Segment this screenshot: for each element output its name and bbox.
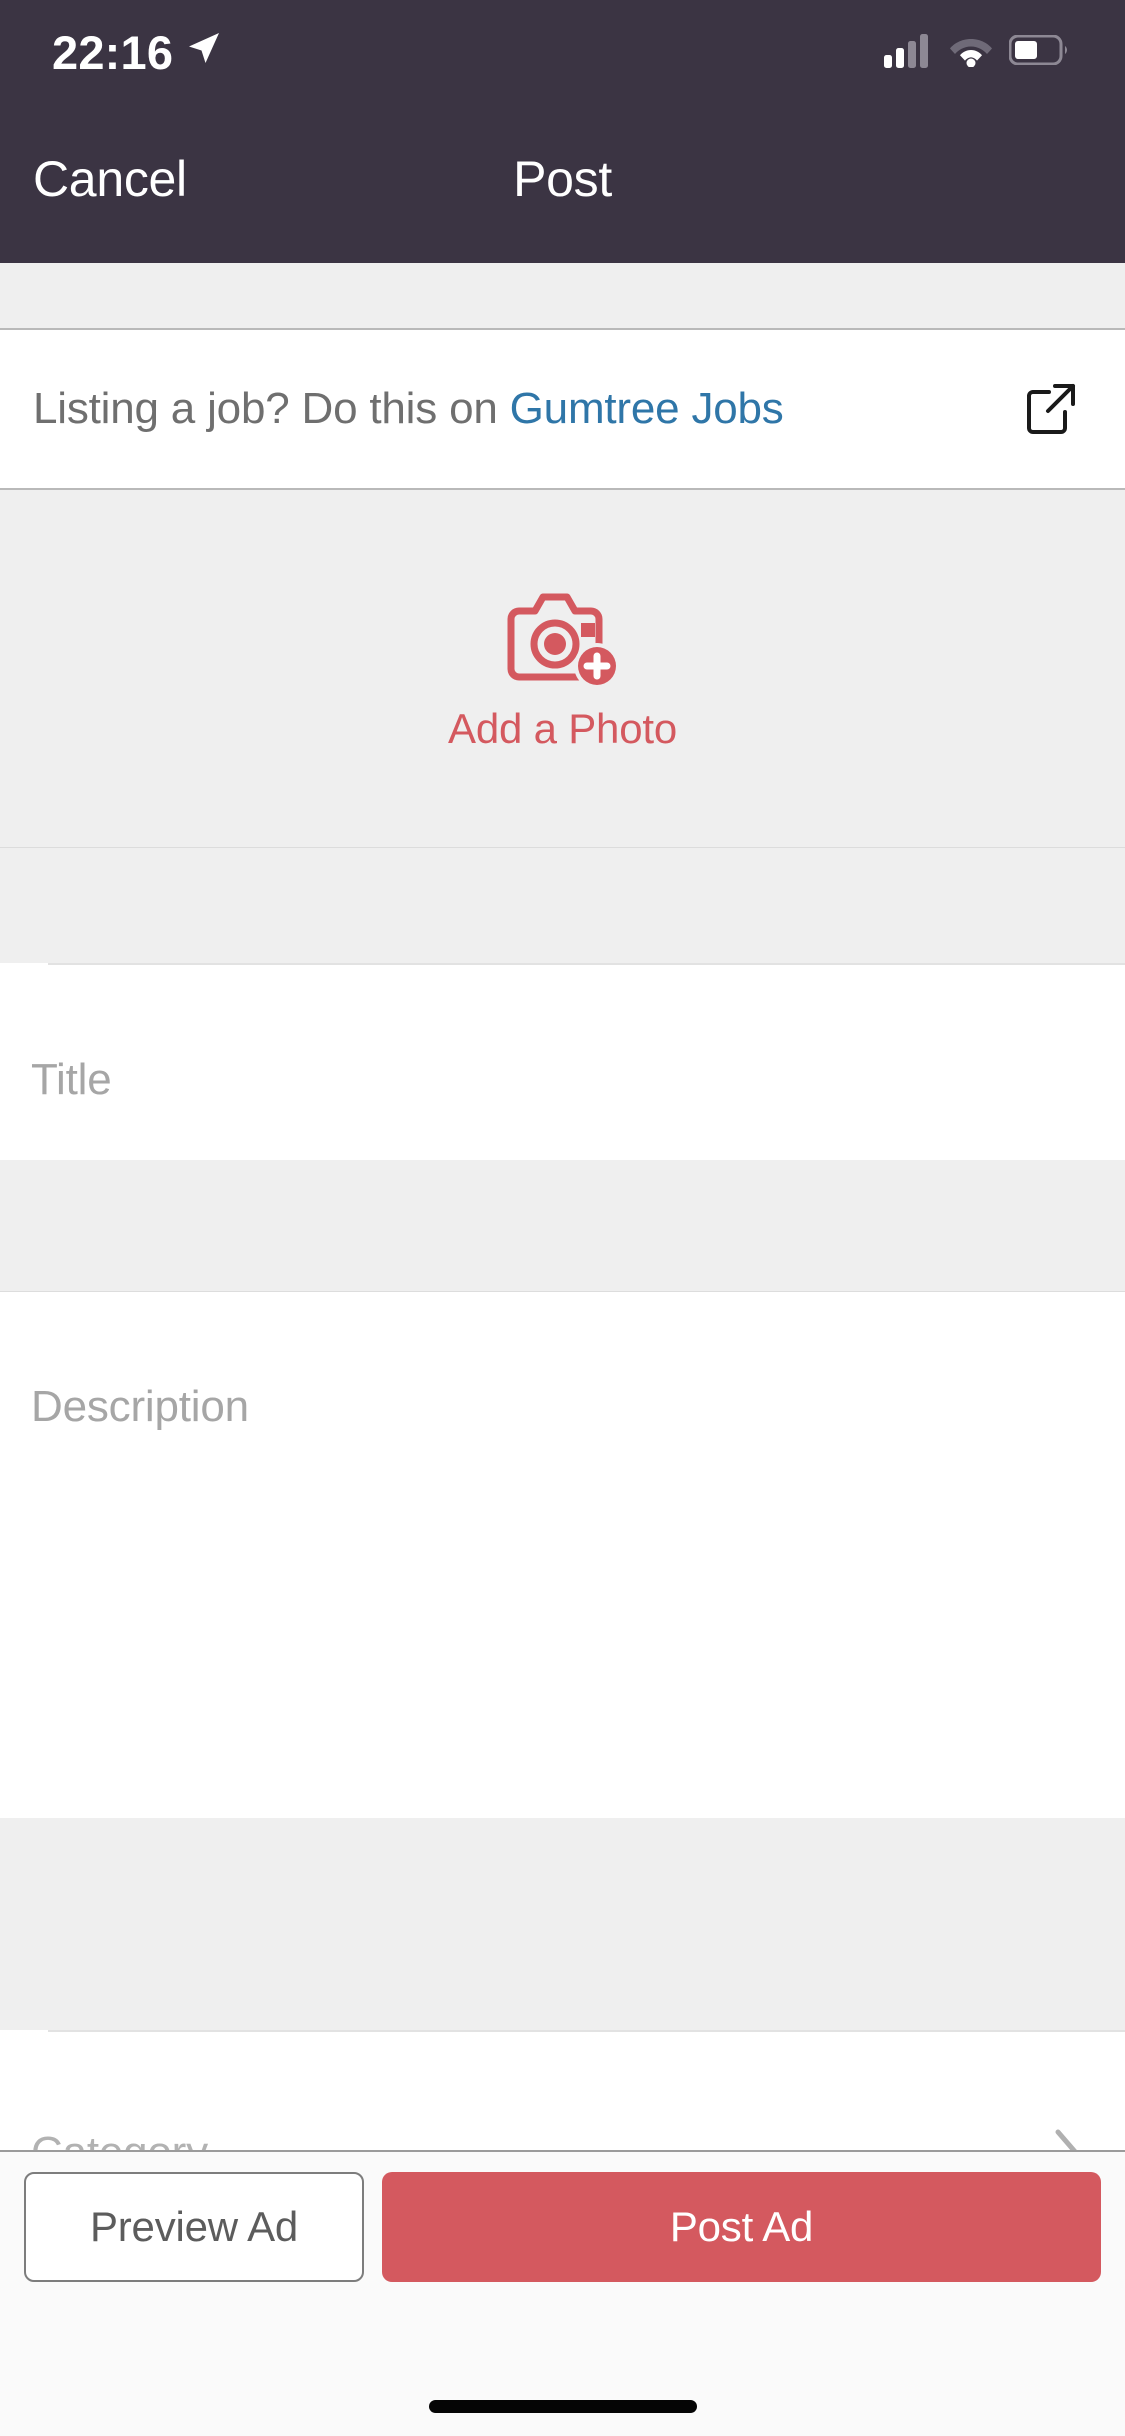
post-ad-button[interactable]: Post Ad (382, 2172, 1101, 2282)
location-arrow-icon (186, 30, 222, 71)
gumtree-jobs-link[interactable]: Gumtree Jobs (510, 384, 784, 433)
action-button-row: Preview Ad Post Ad (0, 2172, 1125, 2282)
divider (48, 963, 1125, 965)
status-time: 22:16 (52, 25, 174, 79)
title-input-placeholder[interactable]: Title (31, 1055, 112, 1105)
add-photo-label: Add a Photo (448, 704, 677, 752)
camera-add-icon[interactable] (501, 585, 625, 693)
wifi-icon (949, 33, 993, 72)
title-field-row[interactable]: Title (0, 963, 1125, 1160)
external-link-icon[interactable] (1021, 380, 1079, 438)
top-chrome: 22:16 Cancel Post (0, 0, 1125, 263)
description-input-placeholder[interactable]: Description (31, 1382, 249, 1432)
status-bar-left: 22:16 (52, 25, 222, 76)
home-indicator[interactable] (428, 2400, 697, 2413)
page-title: Post (513, 151, 612, 207)
add-photo-section[interactable]: Add a Photo (0, 490, 1125, 848)
section-spacer-bottom (0, 1818, 1125, 2030)
bottom-action-bar: Preview Ad Post Ad (0, 2150, 1125, 2436)
divider (48, 2030, 1125, 2032)
battery-icon (1008, 34, 1069, 70)
status-bar: 22:16 (0, 0, 1125, 100)
cellular-signal-icon (883, 32, 933, 73)
gumtree-jobs-banner[interactable]: Listing a job? Do this on Gumtree Jobs (0, 328, 1125, 490)
status-bar-right (883, 28, 1069, 73)
preview-ad-button[interactable]: Preview Ad (24, 2172, 364, 2282)
navigation-bar: Cancel Post (0, 100, 1125, 263)
section-spacer-middle (0, 1160, 1125, 1292)
description-field-row[interactable]: Description (0, 1292, 1125, 1818)
app-screen: 22:16 Cancel Post Listing a job? Do this… (0, 0, 1125, 2436)
jobs-banner-text: Listing a job? Do this on Gumtree Jobs (33, 384, 784, 434)
jobs-banner-prefix: Listing a job? Do this on (33, 384, 510, 433)
section-spacer-top (0, 849, 1125, 963)
